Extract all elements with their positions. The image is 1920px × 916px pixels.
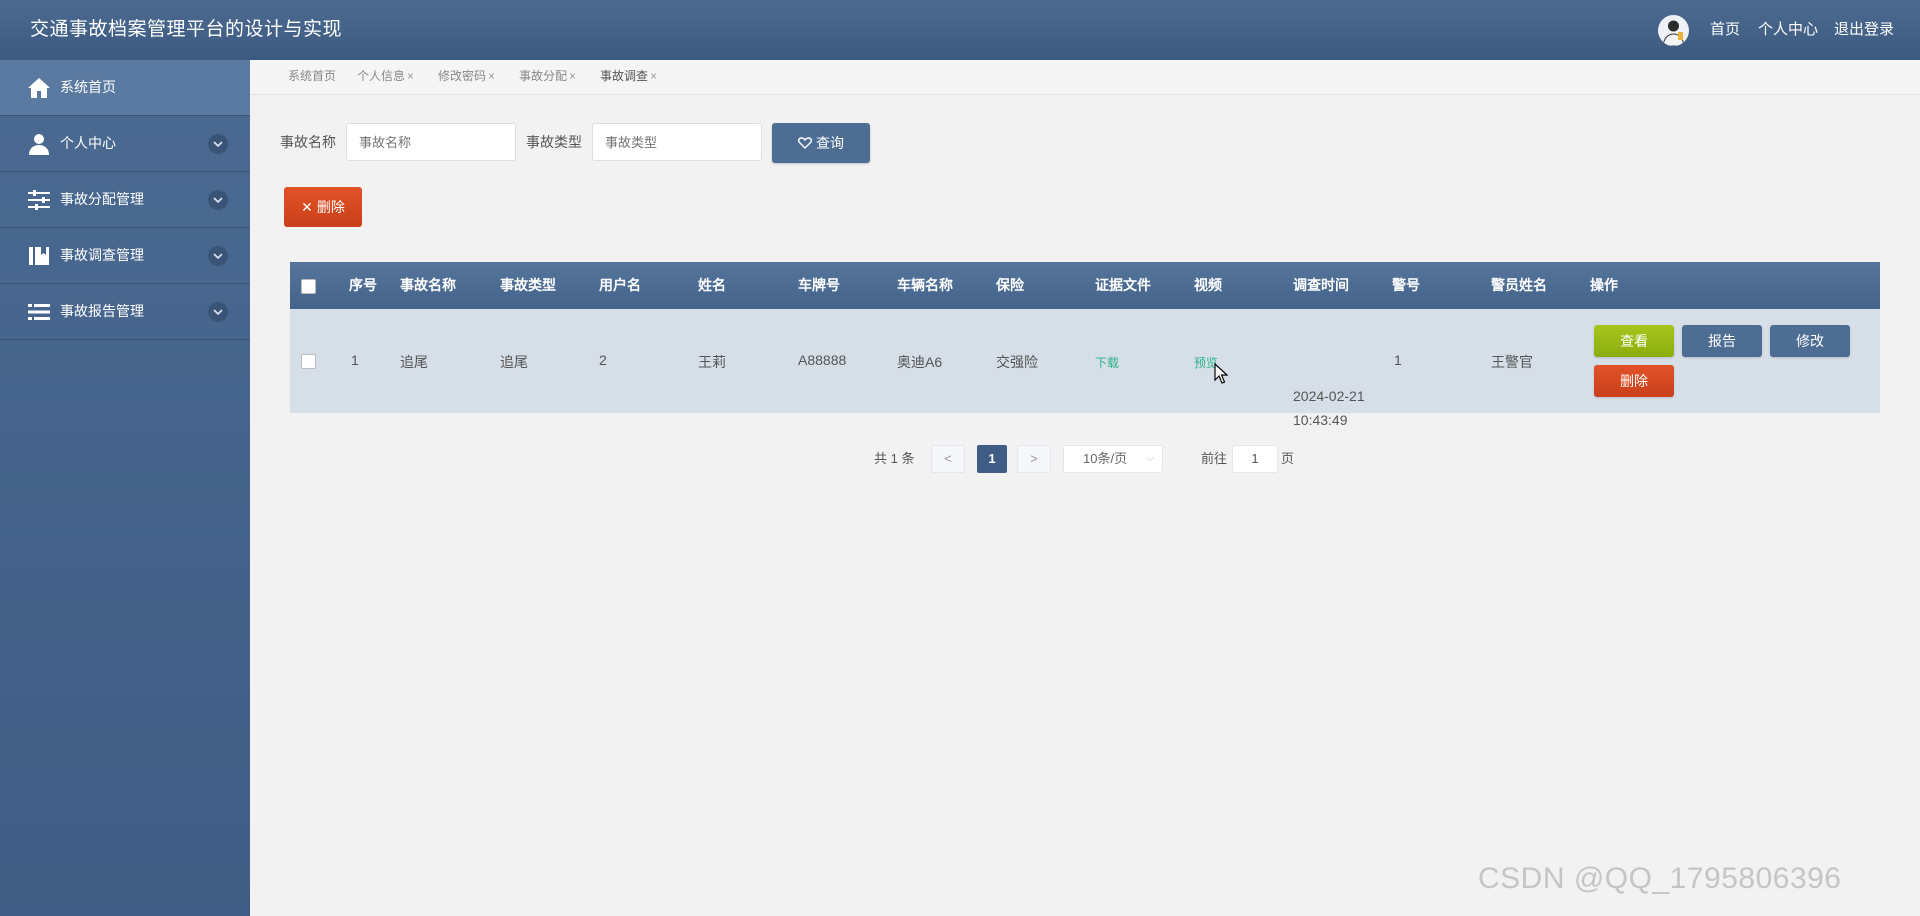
sidebar-item-label: 系统首页 bbox=[60, 79, 116, 95]
cell-officer-name: 王警官 bbox=[1491, 354, 1533, 370]
close-icon[interactable]: × bbox=[569, 69, 576, 83]
select-all-checkbox[interactable] bbox=[301, 279, 316, 294]
top-bar: 交通事故档案管理平台的设计与实现 首页 个人中心 退出登录 bbox=[0, 0, 1920, 60]
prev-page-button[interactable]: < bbox=[931, 445, 965, 473]
cell-name: 王莉 bbox=[698, 354, 726, 370]
list-icon bbox=[27, 300, 51, 324]
cell-investigation-time: 10:43:49 bbox=[1293, 412, 1348, 428]
column-header: 车牌号 bbox=[798, 277, 840, 293]
accident-name-label: 事故名称 bbox=[280, 134, 336, 150]
avatar[interactable] bbox=[1658, 15, 1689, 46]
tabs-bar: 系统首页 个人信息 × 修改密码 × 事故分配 × 事故调查 × bbox=[250, 60, 1920, 95]
sidebar-item-label: 个人中心 bbox=[60, 135, 116, 151]
edit-button[interactable]: 修改 bbox=[1770, 325, 1850, 357]
tab-change-password[interactable]: 修改密码 × bbox=[438, 60, 495, 92]
sidebar-item-home[interactable]: 系统首页 bbox=[0, 60, 250, 116]
sidebar-item-accident-report[interactable]: 事故报告管理 bbox=[0, 284, 250, 340]
sidebar-item-accident-investigation[interactable]: 事故调查管理 bbox=[0, 228, 250, 284]
tab-accident-assignment[interactable]: 事故分配 × bbox=[519, 60, 576, 92]
app-title: 交通事故档案管理平台的设计与实现 bbox=[30, 19, 343, 40]
tab-label: 事故分配 bbox=[519, 69, 568, 83]
cell-badge-number: 1 bbox=[1394, 352, 1402, 368]
chevron-down-icon: ⌵ bbox=[1146, 453, 1154, 464]
cell-vehicle: 奥迪A6 bbox=[897, 354, 943, 370]
column-header: 事故类型 bbox=[500, 277, 556, 293]
accident-name-input[interactable] bbox=[346, 123, 516, 161]
sidebar-item-personal-center[interactable]: 个人中心 bbox=[0, 116, 250, 172]
mouse-cursor-icon bbox=[1214, 363, 1228, 384]
table-row: 1 追尾 追尾 2 王莉 A88888 奥迪A6 交强险 下载 预览 2024-… bbox=[290, 309, 1880, 428]
evidence-download-link[interactable]: 下载 bbox=[1095, 354, 1119, 371]
query-button-label: 查询 bbox=[816, 135, 844, 151]
column-header: 序号 bbox=[349, 277, 377, 293]
cell-accident-name: 追尾 bbox=[400, 354, 428, 370]
user-icon bbox=[27, 132, 51, 156]
watermark-text: CSDN @QQ_1795806396 bbox=[1478, 862, 1842, 895]
column-header: 调查时间 bbox=[1293, 277, 1349, 293]
close-icon[interactable]: × bbox=[488, 69, 495, 83]
data-table: 序号 事故名称 事故类型 用户名 姓名 车牌号 车辆名称 保险 证据文件 视频 … bbox=[290, 262, 1880, 428]
cell-accident-type: 追尾 bbox=[500, 354, 528, 370]
sidebar: 系统首页 个人中心 事故分配管理 事故调查管理 事故报告管理 bbox=[0, 60, 250, 916]
tab-accident-investigation[interactable]: 事故调查 × bbox=[600, 60, 657, 92]
tab-label: 事故调查 bbox=[600, 69, 649, 83]
tab-label: 系统首页 bbox=[288, 69, 337, 83]
query-button[interactable]: 查询 bbox=[772, 123, 870, 163]
next-page-button[interactable]: > bbox=[1017, 445, 1051, 473]
home-icon bbox=[27, 76, 51, 100]
chevron-down-icon[interactable] bbox=[208, 246, 228, 266]
row-checkbox[interactable] bbox=[301, 354, 316, 369]
page-number-current[interactable]: 1 bbox=[977, 445, 1007, 473]
sliders-icon bbox=[27, 188, 51, 212]
logout-link[interactable]: 退出登录 bbox=[1834, 0, 1894, 60]
close-icon[interactable]: × bbox=[650, 69, 657, 83]
cell-investigation-date: 2024-02-21 bbox=[1293, 388, 1365, 404]
sidebar-item-label: 事故报告管理 bbox=[60, 303, 144, 319]
close-icon: ✕ bbox=[301, 199, 313, 215]
tab-label: 修改密码 bbox=[438, 69, 487, 83]
goto-label: 前往 bbox=[1201, 451, 1228, 466]
page-suffix: 页 bbox=[1281, 451, 1295, 466]
column-header: 姓名 bbox=[698, 277, 726, 293]
cell-insurance: 交强险 bbox=[996, 354, 1038, 370]
column-header: 用户名 bbox=[599, 277, 641, 293]
batch-delete-button[interactable]: ✕ 删除 bbox=[284, 187, 362, 227]
column-header: 事故名称 bbox=[400, 277, 456, 293]
sidebar-item-label: 事故调查管理 bbox=[60, 247, 144, 263]
batch-delete-label: 删除 bbox=[316, 199, 345, 215]
heart-icon bbox=[797, 137, 813, 149]
nav-home-link[interactable]: 首页 bbox=[1710, 0, 1740, 60]
tab-personal-info[interactable]: 个人信息 × bbox=[357, 60, 414, 92]
delete-button[interactable]: 删除 bbox=[1594, 365, 1674, 397]
cell-plate: A88888 bbox=[798, 352, 847, 368]
page-size-value: 10条/页 bbox=[1083, 451, 1128, 466]
page-size-select[interactable]: 10条/页 ⌵ bbox=[1063, 445, 1163, 473]
sidebar-item-accident-assignment[interactable]: 事故分配管理 bbox=[0, 172, 250, 228]
cell-username: 2 bbox=[599, 352, 607, 368]
table-header: 序号 事故名称 事故类型 用户名 姓名 车牌号 车辆名称 保险 证据文件 视频 … bbox=[290, 262, 1880, 309]
column-header: 警员姓名 bbox=[1491, 277, 1547, 293]
tab-home[interactable]: 系统首页 bbox=[288, 60, 336, 92]
tab-label: 个人信息 bbox=[357, 69, 406, 83]
chevron-down-icon[interactable] bbox=[208, 134, 228, 154]
cell-index: 1 bbox=[351, 352, 359, 368]
accident-type-label: 事故类型 bbox=[526, 134, 582, 150]
report-button[interactable]: 报告 bbox=[1682, 325, 1762, 357]
sidebar-item-label: 事故分配管理 bbox=[60, 191, 144, 207]
close-icon[interactable]: × bbox=[407, 69, 414, 83]
column-header: 保险 bbox=[996, 277, 1024, 293]
column-header: 警号 bbox=[1392, 277, 1420, 293]
goto-page-input[interactable]: 1 bbox=[1232, 445, 1278, 473]
chevron-down-icon[interactable] bbox=[208, 190, 228, 210]
column-header: 操作 bbox=[1590, 277, 1618, 293]
column-header: 车辆名称 bbox=[897, 277, 953, 293]
pagination-total: 共 1 条 bbox=[874, 451, 915, 466]
column-header: 证据文件 bbox=[1095, 277, 1151, 293]
chevron-down-icon[interactable] bbox=[208, 302, 228, 322]
nav-profile-link[interactable]: 个人中心 bbox=[1758, 0, 1818, 60]
book-icon bbox=[27, 244, 51, 268]
view-button[interactable]: 查看 bbox=[1594, 325, 1674, 357]
column-header: 视频 bbox=[1194, 277, 1222, 293]
accident-type-input[interactable] bbox=[592, 123, 762, 161]
